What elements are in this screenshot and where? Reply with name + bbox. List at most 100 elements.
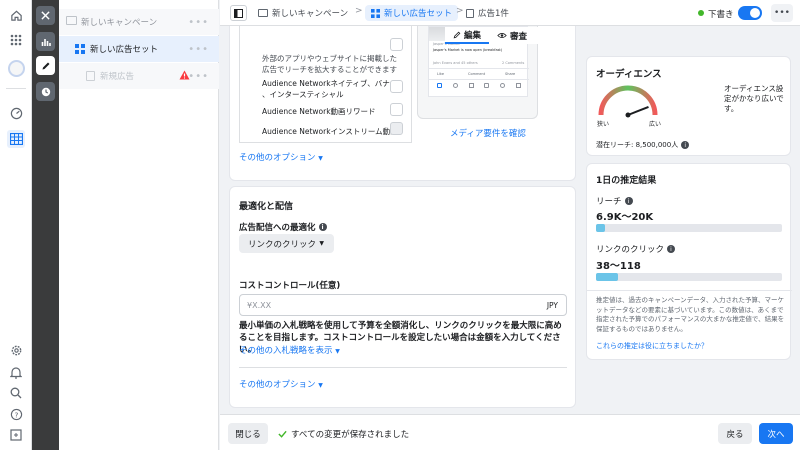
breadcrumb-adset[interactable]: 新しい広告セット	[365, 5, 459, 21]
clicks-label: リンクのクリック	[596, 245, 665, 255]
settings-gear-icon[interactable]	[7, 341, 25, 359]
back-button[interactable]: 戻る	[718, 423, 752, 444]
breadcrumb-adset-label: 新しい広告セット	[384, 9, 453, 19]
audience-description: オーディエンス設定がかなり広いです。	[724, 84, 784, 113]
audience-gauge	[598, 85, 658, 118]
next-button[interactable]: 次へ	[759, 423, 793, 444]
more-options-label: その他のオプション	[239, 153, 316, 163]
reach-value: 6.9K〜20K	[596, 212, 654, 223]
campaign-more-icon[interactable]: •••	[188, 17, 209, 28]
breadcrumb-ad[interactable]: 広告1件	[466, 5, 509, 21]
reach-label: リーチ	[596, 197, 622, 207]
native-banner-label-line1: Audience Networkネイティブ、バナー	[262, 79, 398, 88]
eye-icon	[497, 33, 507, 38]
draft-label: 下書き	[708, 10, 734, 20]
instream-video-checkbox[interactable]	[390, 122, 403, 135]
adset-grid-icon	[371, 8, 380, 18]
bid-strategies-link[interactable]: その他の入札戦略を表示 ▼	[239, 344, 340, 356]
breadcrumb-separator-icon: >	[355, 6, 363, 16]
draft-status-dot	[698, 10, 704, 16]
breadcrumb-campaign[interactable]: 新しいキャンペーン	[258, 5, 348, 21]
account-avatar[interactable]	[7, 59, 25, 77]
toggle-panel-icon[interactable]	[230, 5, 247, 21]
editor-tool-column	[32, 0, 59, 450]
more-options-link[interactable]: その他のオプション ▼	[239, 151, 323, 163]
checkmark-icon	[278, 430, 287, 438]
ad-doc-icon	[466, 8, 474, 18]
placements-list: 外部のアプリやウェブサイトに掲載した 広告でリーチを拡大することができます Au…	[239, 26, 412, 143]
tab-review[interactable]: 審査	[489, 27, 535, 44]
optimization-dropdown[interactable]: リンクのクリック ▼	[239, 234, 334, 253]
reach-bar-fill	[596, 224, 606, 232]
placements-description-line1: 外部のアプリやウェブサイトに掲載した	[262, 54, 397, 63]
dashboard-icon[interactable]	[7, 104, 25, 122]
rewarded-video-checkbox[interactable]	[390, 103, 403, 116]
native-banner-label-line2: 、インタースティシャル	[262, 90, 344, 99]
svg-text:?: ?	[14, 410, 18, 419]
native-banner-checkbox[interactable]	[390, 80, 403, 93]
folder-icon	[66, 16, 77, 25]
breadcrumb-campaign-label: 新しいキャンペーン	[272, 9, 349, 19]
adset-more-icon[interactable]: •••	[188, 44, 209, 55]
notifications-bell-icon[interactable]	[7, 363, 25, 381]
audience-title: オーディエンス	[596, 69, 662, 80]
caret-down-icon: ▼	[318, 155, 323, 162]
preview-like: Like	[437, 72, 444, 76]
tree-adset-row[interactable]: 新しい広告セット •••	[59, 36, 219, 62]
preview-tabs: 編集 審査	[445, 27, 538, 44]
tab-edit[interactable]: 編集	[445, 27, 489, 44]
back-button-label: 戻る	[726, 429, 744, 440]
pencil-icon	[453, 31, 461, 38]
cost-control-input[interactable]: ¥X.XX JPY	[239, 294, 567, 316]
help-icon[interactable]: ?	[7, 405, 25, 423]
edit-pencil-icon[interactable]	[36, 56, 55, 75]
tree-ad-label: 新規広告	[100, 72, 135, 82]
gauge-broad-label: 広い	[649, 121, 662, 128]
preview-caption: Jasper's Market is now open (breakfast)	[433, 48, 503, 52]
left-nav: ?	[0, 0, 32, 450]
instream-video-label: Audience Networkインストリーム動画	[262, 127, 398, 136]
optimization-dropdown-value: リンクのクリック	[248, 239, 317, 250]
placement-checkbox[interactable]	[390, 38, 403, 51]
search-icon[interactable]	[7, 384, 25, 402]
ads-manager-table-icon[interactable]	[7, 130, 25, 148]
placements-description-line2: 広告でリーチを拡大することができます	[262, 65, 397, 74]
estimates-title: 1日の推定結果	[596, 176, 657, 186]
reports-chart-icon[interactable]	[36, 32, 55, 51]
home-icon[interactable]	[7, 6, 25, 24]
more-options-link-2[interactable]: その他のオプション ▼	[239, 378, 323, 390]
estimates-feedback-link[interactable]: これらの推定は役に立ちましたか？	[596, 341, 708, 351]
tree-ad-row[interactable]: 新規広告 •••	[59, 63, 219, 89]
preview-comments-count: 2 Comments	[502, 61, 525, 65]
bottom-bar: 閉じる すべての変更が保存されました 戻る 次へ	[220, 414, 800, 450]
media-requirements-link[interactable]: メディア要件を確認	[450, 127, 526, 139]
ad-more-icon[interactable]: •••	[188, 71, 209, 82]
info-icon[interactable]: i	[624, 197, 633, 205]
breadcrumb-ad-label: 広告1件	[478, 9, 509, 19]
close-editor-icon[interactable]	[36, 6, 55, 25]
gauge-needle	[627, 105, 649, 116]
ad-doc-icon	[86, 71, 95, 81]
report-icon[interactable]	[7, 426, 25, 444]
draft-toggle[interactable]	[738, 6, 762, 20]
caret-down-icon: ▼	[318, 382, 323, 389]
tree-campaign-row[interactable]: 新しいキャンペーン •••	[59, 9, 219, 35]
clicks-bar	[596, 273, 782, 281]
info-icon[interactable]: i	[681, 141, 690, 149]
info-icon[interactable]: i	[318, 223, 327, 231]
close-button[interactable]: 閉じる	[228, 423, 268, 444]
info-icon[interactable]: i	[667, 245, 676, 253]
estimates-card: 1日の推定結果 リーチ i 6.9K〜20K リンクのクリック i 38〜118…	[586, 163, 792, 360]
more-options-label-2: その他のオプション	[239, 380, 316, 390]
breadcrumb-separator-icon: >	[456, 6, 464, 16]
divider	[239, 367, 567, 368]
currency-label: JPY	[546, 301, 558, 310]
apps-grid-icon[interactable]	[7, 31, 25, 49]
preview-nav-icons	[437, 83, 521, 88]
saved-status: すべての変更が保存されました	[291, 430, 410, 440]
more-menu-icon[interactable]: •••	[771, 4, 793, 22]
reach-bar	[596, 224, 782, 232]
clicks-bar-fill	[596, 273, 619, 281]
history-clock-icon[interactable]	[36, 82, 55, 101]
cost-placeholder: ¥X.XX	[247, 301, 272, 310]
